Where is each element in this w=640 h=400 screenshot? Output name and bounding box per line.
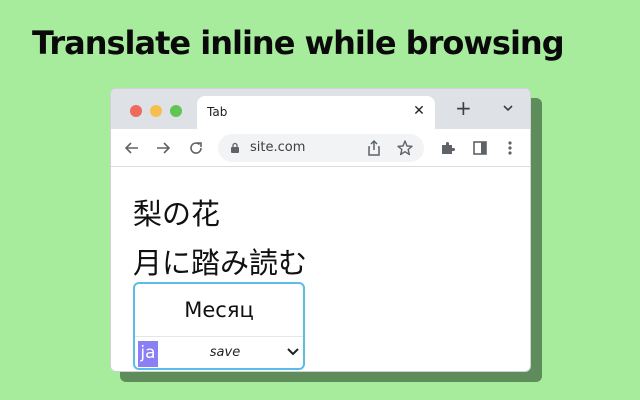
browser-window: Tab ✕ + site.com 梨の花 月に踏み読む Месяц ja sav… bbox=[110, 88, 531, 372]
star-icon[interactable] bbox=[396, 139, 414, 157]
url-text[interactable]: site.com bbox=[250, 140, 305, 155]
page-content: 梨の花 月に踏み読む Месяц ja save bbox=[111, 168, 530, 371]
japanese-text-line-1: 梨の花 bbox=[133, 197, 221, 231]
new-tab-button[interactable]: + bbox=[455, 98, 472, 118]
translation-popup: Месяц ja save bbox=[133, 282, 305, 370]
minimize-window-button[interactable] bbox=[150, 105, 162, 117]
side-panel-icon[interactable] bbox=[471, 139, 489, 157]
share-icon[interactable] bbox=[366, 139, 382, 157]
japanese-text-line-2[interactable]: 月に踏み読む bbox=[133, 246, 307, 280]
tab-title: Tab bbox=[207, 105, 228, 119]
address-bar[interactable]: site.com bbox=[218, 134, 424, 162]
close-window-button[interactable] bbox=[130, 105, 142, 117]
headline: Translate inline while browsing bbox=[32, 24, 565, 62]
source-language-badge[interactable]: ja bbox=[138, 341, 158, 367]
active-tab[interactable]: Tab ✕ bbox=[197, 96, 435, 129]
tab-close-icon[interactable]: ✕ bbox=[411, 102, 427, 120]
tab-strip: Tab ✕ + bbox=[111, 89, 530, 129]
chevron-down-icon[interactable] bbox=[286, 346, 300, 358]
toolbar: site.com bbox=[111, 129, 530, 167]
maximize-window-button[interactable] bbox=[170, 105, 182, 117]
reload-icon[interactable] bbox=[187, 139, 205, 157]
extensions-puzzle-icon[interactable] bbox=[439, 139, 457, 157]
back-arrow-icon[interactable] bbox=[123, 139, 141, 157]
lock-icon[interactable] bbox=[230, 142, 240, 154]
translation-text: Месяц bbox=[184, 298, 254, 322]
kebab-menu-icon[interactable] bbox=[501, 139, 519, 157]
forward-arrow-icon[interactable] bbox=[154, 139, 172, 157]
popup-divider bbox=[135, 336, 303, 337]
tab-search-chevron-icon[interactable] bbox=[501, 101, 515, 115]
save-button[interactable]: save bbox=[195, 343, 255, 363]
